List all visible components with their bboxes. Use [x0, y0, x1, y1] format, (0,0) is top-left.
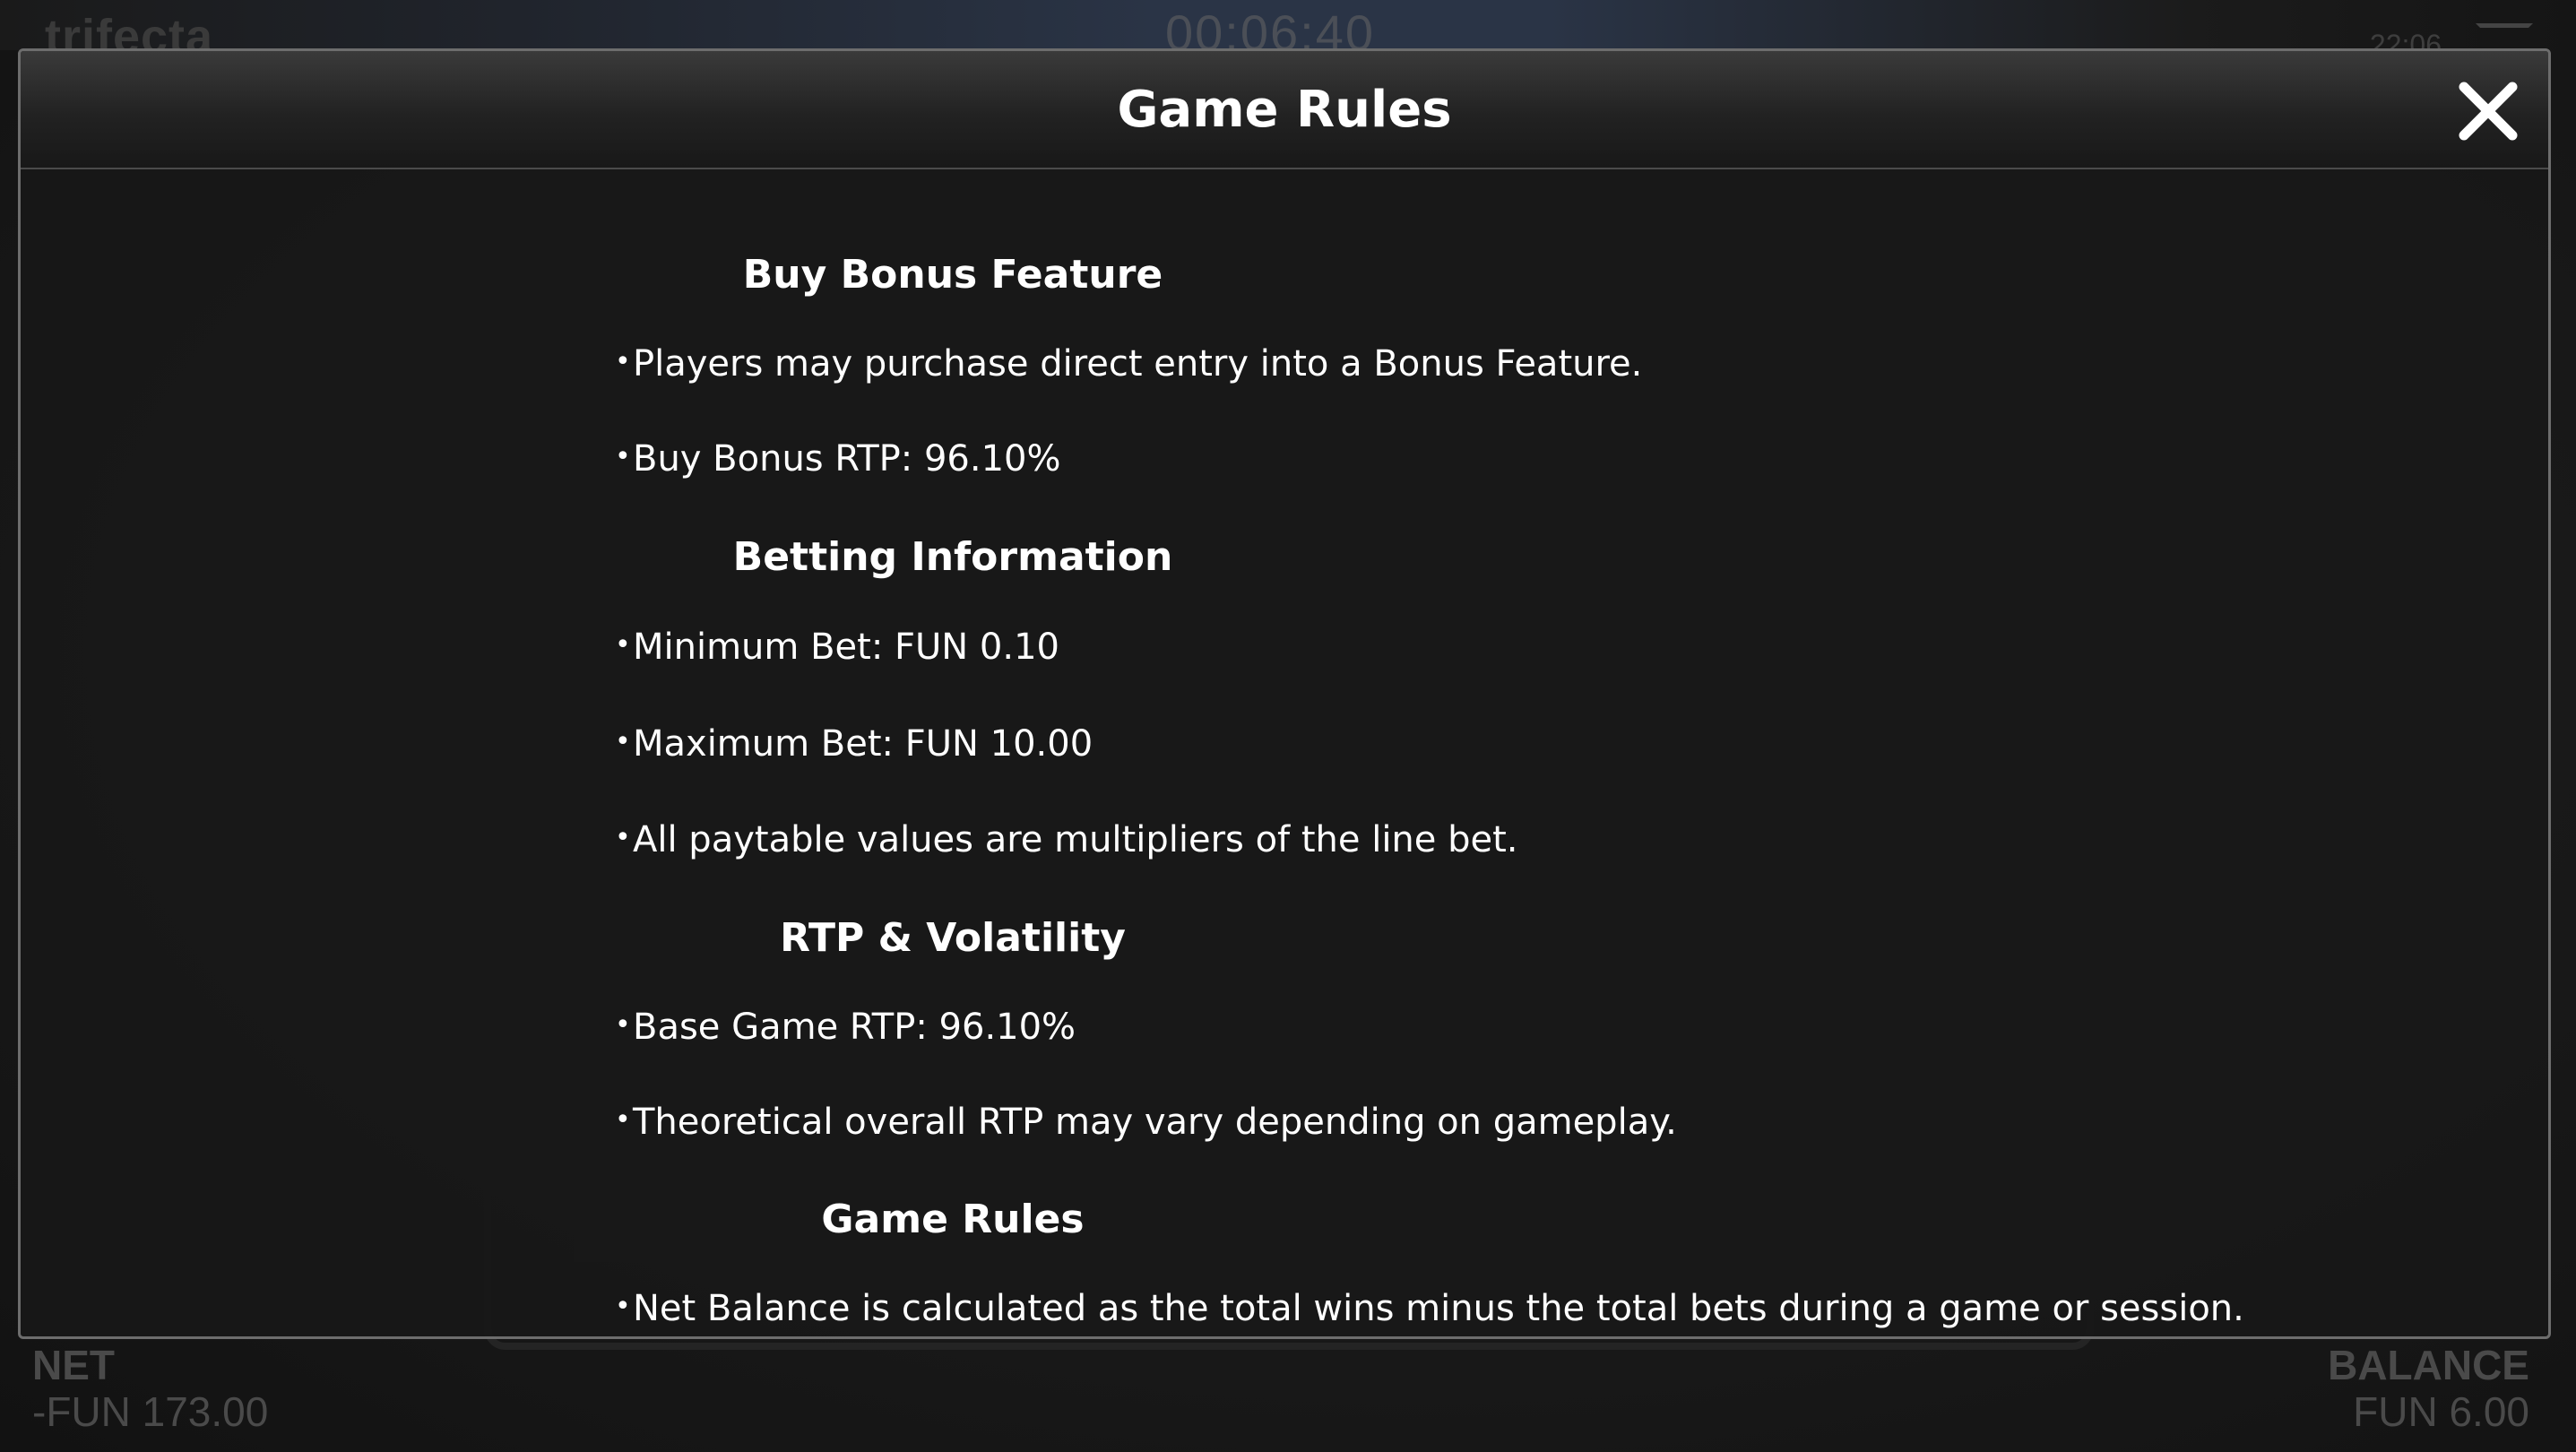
- balance-value: FUN 6.00: [2353, 1388, 2529, 1435]
- dialog-title: Game Rules: [1117, 80, 1452, 139]
- rules-scroll-area[interactable]: Buy Bonus Feature •Players may purchase …: [21, 169, 2548, 1335]
- rule-item: •Theoretical overall RTP may vary depend…: [615, 1102, 1677, 1143]
- rule-item: •Base Game RTP: 96.10%: [615, 1007, 1076, 1048]
- close-icon: [2459, 82, 2518, 141]
- net-value: -FUN 173.00: [32, 1388, 269, 1435]
- rule-item: •Buy Bonus RTP: 96.10%: [615, 438, 1061, 480]
- close-button[interactable]: [2455, 78, 2521, 144]
- rule-item: •Maximum Bet: FUN 10.00: [615, 723, 1094, 765]
- rule-item: •Minimum Bet: FUN 0.10: [615, 627, 1059, 668]
- dialog-header: Game Rules: [21, 51, 2548, 169]
- balance-label: BALANCE: [2328, 1342, 2529, 1388]
- net-label: NET: [32, 1342, 115, 1388]
- game-rules-dialog: Game Rules Buy Bonus Feature •Players ma…: [18, 48, 2551, 1339]
- rule-item: •Net Balance is calculated as the total …: [615, 1288, 2244, 1329]
- section-heading: RTP & Volatility: [780, 915, 1126, 961]
- section-heading: Game Rules: [821, 1197, 1085, 1242]
- game-screen: trifecta 00:06:40 22:06 Game Rules Buy B…: [0, 0, 2576, 1452]
- rule-item: •Players may purchase direct entry into …: [615, 343, 1643, 385]
- section-heading: Buy Bonus Feature: [742, 252, 1163, 298]
- rule-item: •All paytable values are multipliers of …: [615, 819, 1518, 860]
- section-heading: Betting Information: [732, 534, 1173, 580]
